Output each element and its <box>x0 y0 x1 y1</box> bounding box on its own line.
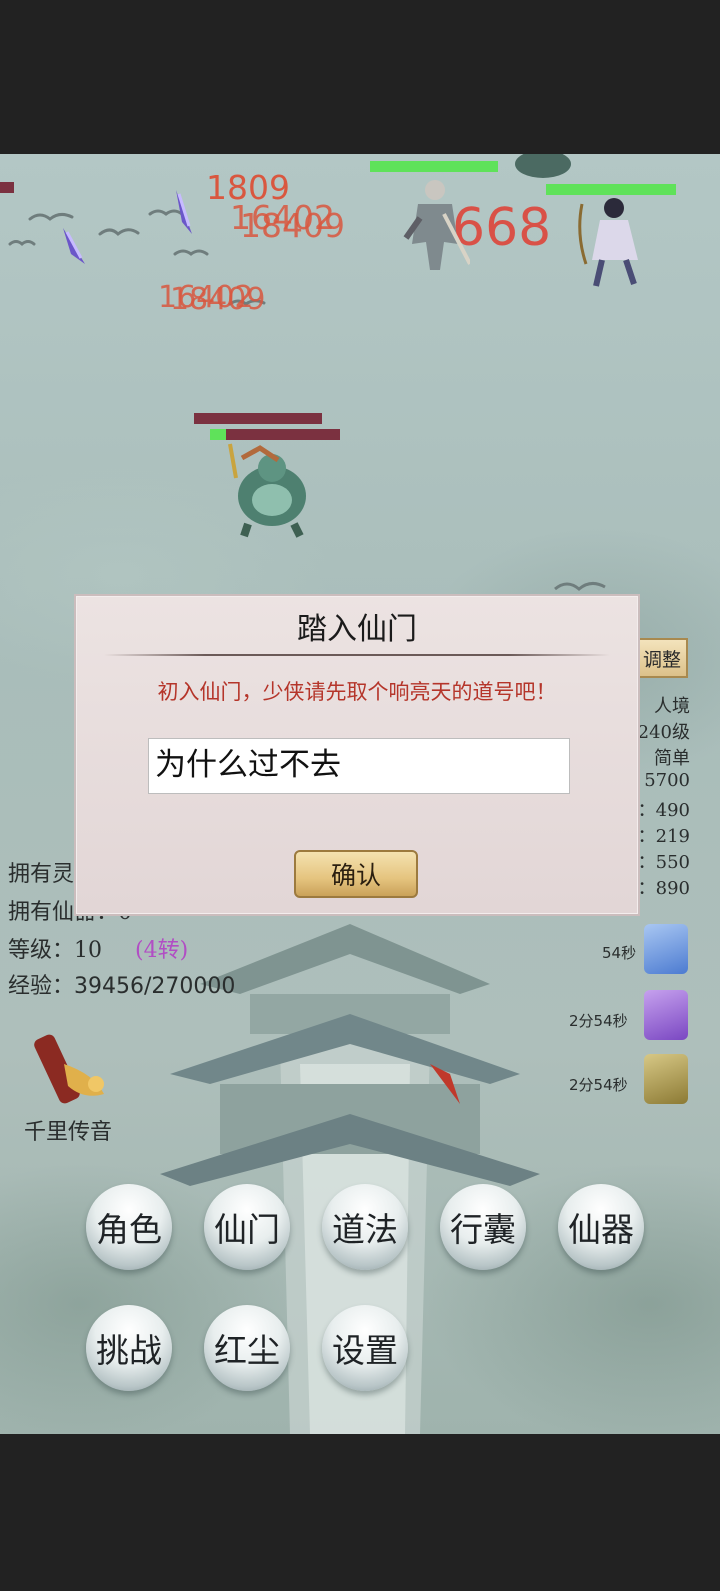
level-text: 240级 <box>637 722 690 743</box>
settings-button[interactable]: 设置 <box>322 1305 408 1391</box>
bottom-black-bar <box>0 1434 720 1591</box>
taoist-name-input[interactable]: 为什么过不去 <box>148 738 570 794</box>
exp-label: 经验： <box>8 974 75 999</box>
adjust-button[interactable]: 调整 <box>636 638 688 678</box>
stat-value: ：219 <box>637 826 690 847</box>
challenge-button[interactable]: 挑战 <box>86 1305 172 1391</box>
dialog-title: 踏入仙门 <box>297 612 417 647</box>
warrior-character[interactable] <box>400 174 470 274</box>
level-value: 10 <box>74 938 103 963</box>
stat-value: 5700 <box>644 770 690 791</box>
enemy-hp-bar <box>0 182 14 193</box>
stat-value: ：550 <box>637 852 690 873</box>
purple-scroll-icon[interactable] <box>644 990 688 1040</box>
skill-timer: 54秒 <box>602 944 637 962</box>
skill-timer: 2分54秒 <box>569 1076 628 1094</box>
gold-scroll-icon[interactable] <box>644 1054 688 1104</box>
dialog-message: 初入仙门，少侠请先取个响亮天的道号吧！ <box>157 680 557 704</box>
dialog-divider <box>104 654 610 656</box>
message-scroll-icon[interactable] <box>34 1024 124 1114</box>
ogre-monster-character[interactable] <box>220 438 320 538</box>
name-entry-dialog: 踏入仙门 初入仙门，少侠请先取个响亮天的道号吧！ 为什么过不去 确认 <box>74 594 640 916</box>
damage-number: 18409 <box>170 282 266 317</box>
difficulty-text: 简单 <box>654 748 690 769</box>
monster-character[interactable] <box>510 154 576 184</box>
mortal-world-button[interactable]: 红尘 <box>204 1305 290 1391</box>
exp-value: 39456/270000 <box>74 974 236 999</box>
sect-button[interactable]: 仙门 <box>204 1184 290 1270</box>
confirm-button[interactable]: 确认 <box>294 850 418 898</box>
archer-character[interactable] <box>576 194 656 290</box>
ally-hp-bar <box>370 161 498 172</box>
damage-number: 18409 <box>240 206 345 245</box>
owned-spirit-label: 拥有灵 <box>8 862 75 887</box>
level-row: 等级：10 (4转) <box>8 932 188 964</box>
artifact-button[interactable]: 仙器 <box>558 1184 644 1270</box>
skill-timer: 2分54秒 <box>569 1012 628 1030</box>
blue-scroll-icon[interactable] <box>644 924 688 974</box>
rebirth-badge: (4转) <box>135 938 189 963</box>
exp-row: 经验：39456/270000 <box>8 968 235 1000</box>
inventory-button[interactable]: 行囊 <box>440 1184 526 1270</box>
realm-text: 人境 <box>654 696 690 717</box>
projectile-icon <box>176 190 192 234</box>
stat-value: ：890 <box>637 878 690 899</box>
top-black-bar <box>0 0 720 154</box>
enemy-hp-bar <box>194 413 322 424</box>
skills-button[interactable]: 道法 <box>322 1184 408 1270</box>
level-label: 等级： <box>8 938 75 963</box>
character-button[interactable]: 角色 <box>86 1184 172 1270</box>
message-scroll-label[interactable]: 千里传音 <box>24 1114 112 1146</box>
projectile-icon <box>63 228 85 264</box>
stat-value: ：490 <box>637 800 690 821</box>
